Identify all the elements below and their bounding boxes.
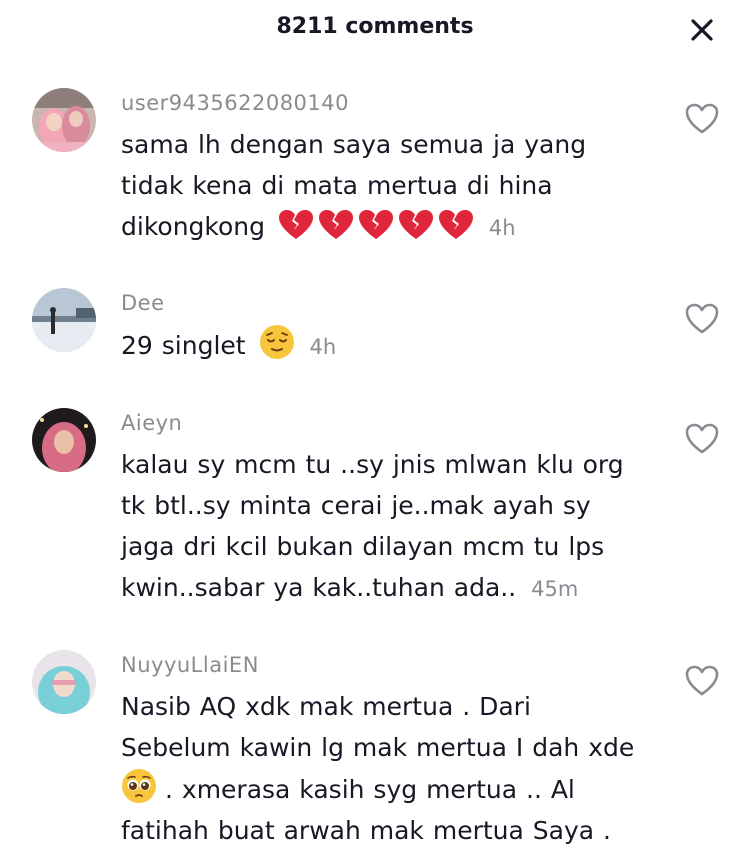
comments-count-title: 8211 comments <box>276 14 474 39</box>
relieved-face-icon <box>259 325 294 359</box>
broken-heart-icon <box>358 210 393 239</box>
like-button[interactable] <box>684 664 720 698</box>
comment-text-line: dikongkong <box>121 212 266 241</box>
close-button[interactable] <box>686 14 718 46</box>
comment-text-line: sama lh dengan saya semua ja yang <box>121 130 587 159</box>
like-button[interactable] <box>684 302 720 336</box>
heart-outline-icon <box>685 103 719 134</box>
close-icon <box>691 19 713 41</box>
comment-username[interactable]: user9435622080140 <box>121 90 661 116</box>
comment-username[interactable]: Aieyn <box>121 410 661 436</box>
comment-text-line: . xmerasa kasih syg mertua .. Al <box>165 775 575 804</box>
comment-text-line: tk btl..sy minta cerai je..mak ayah sy <box>121 491 591 520</box>
comment-text: sama lh dengan saya semua ja yang tidak … <box>121 124 661 249</box>
like-button[interactable] <box>684 102 720 136</box>
comment-text: Nasib AQ xdk mak mertua . Dari Sebelum k… <box>121 686 661 851</box>
broken-heart-emojis <box>278 210 483 241</box>
like-button[interactable] <box>684 422 720 456</box>
comment-text: 29 singlet 4h <box>121 324 661 368</box>
comment-text-line: Nasib AQ xdk mak mertua . Dari <box>121 692 531 721</box>
broken-heart-icon <box>318 210 353 239</box>
comments-header: 8211 comments <box>0 0 750 60</box>
heart-outline-icon <box>685 303 719 334</box>
comment-text-line: jaga dri kcil bukan dilayan mcm tu lps <box>121 532 605 561</box>
comment-time: 4h <box>488 216 516 240</box>
avatar[interactable] <box>32 650 96 714</box>
comment-text-line: Sebelum kawin lg mak mertua I dah xde <box>121 733 635 762</box>
broken-heart-icon <box>438 210 473 239</box>
broken-heart-icon <box>398 210 433 239</box>
comment-text-line: 29 singlet <box>121 331 246 360</box>
comment-username[interactable]: NuyyuLlaiEN <box>121 652 661 678</box>
comment-time: 45m <box>531 577 579 601</box>
avatar[interactable] <box>32 288 96 352</box>
comment-time: 4h <box>309 335 337 359</box>
comment-text-line: kalau sy mcm tu ..sy jnis mlwan klu org <box>121 450 624 479</box>
avatar[interactable] <box>32 88 96 152</box>
comment-text: kalau sy mcm tu ..sy jnis mlwan klu org … <box>121 444 661 610</box>
comment-username[interactable]: Dee <box>121 290 661 316</box>
pleading-face-icon <box>122 769 156 803</box>
avatar[interactable] <box>32 408 96 472</box>
comment-text-line: kwin..sabar ya kak..tuhan ada.. <box>121 573 517 602</box>
comment-text-line: tidak kena di mata mertua di hina <box>121 171 553 200</box>
comment-text-line: fatihah buat arwah mak mertua Saya . <box>121 816 611 845</box>
heart-outline-icon <box>685 423 719 454</box>
heart-outline-icon <box>685 665 719 696</box>
broken-heart-icon <box>278 210 313 239</box>
